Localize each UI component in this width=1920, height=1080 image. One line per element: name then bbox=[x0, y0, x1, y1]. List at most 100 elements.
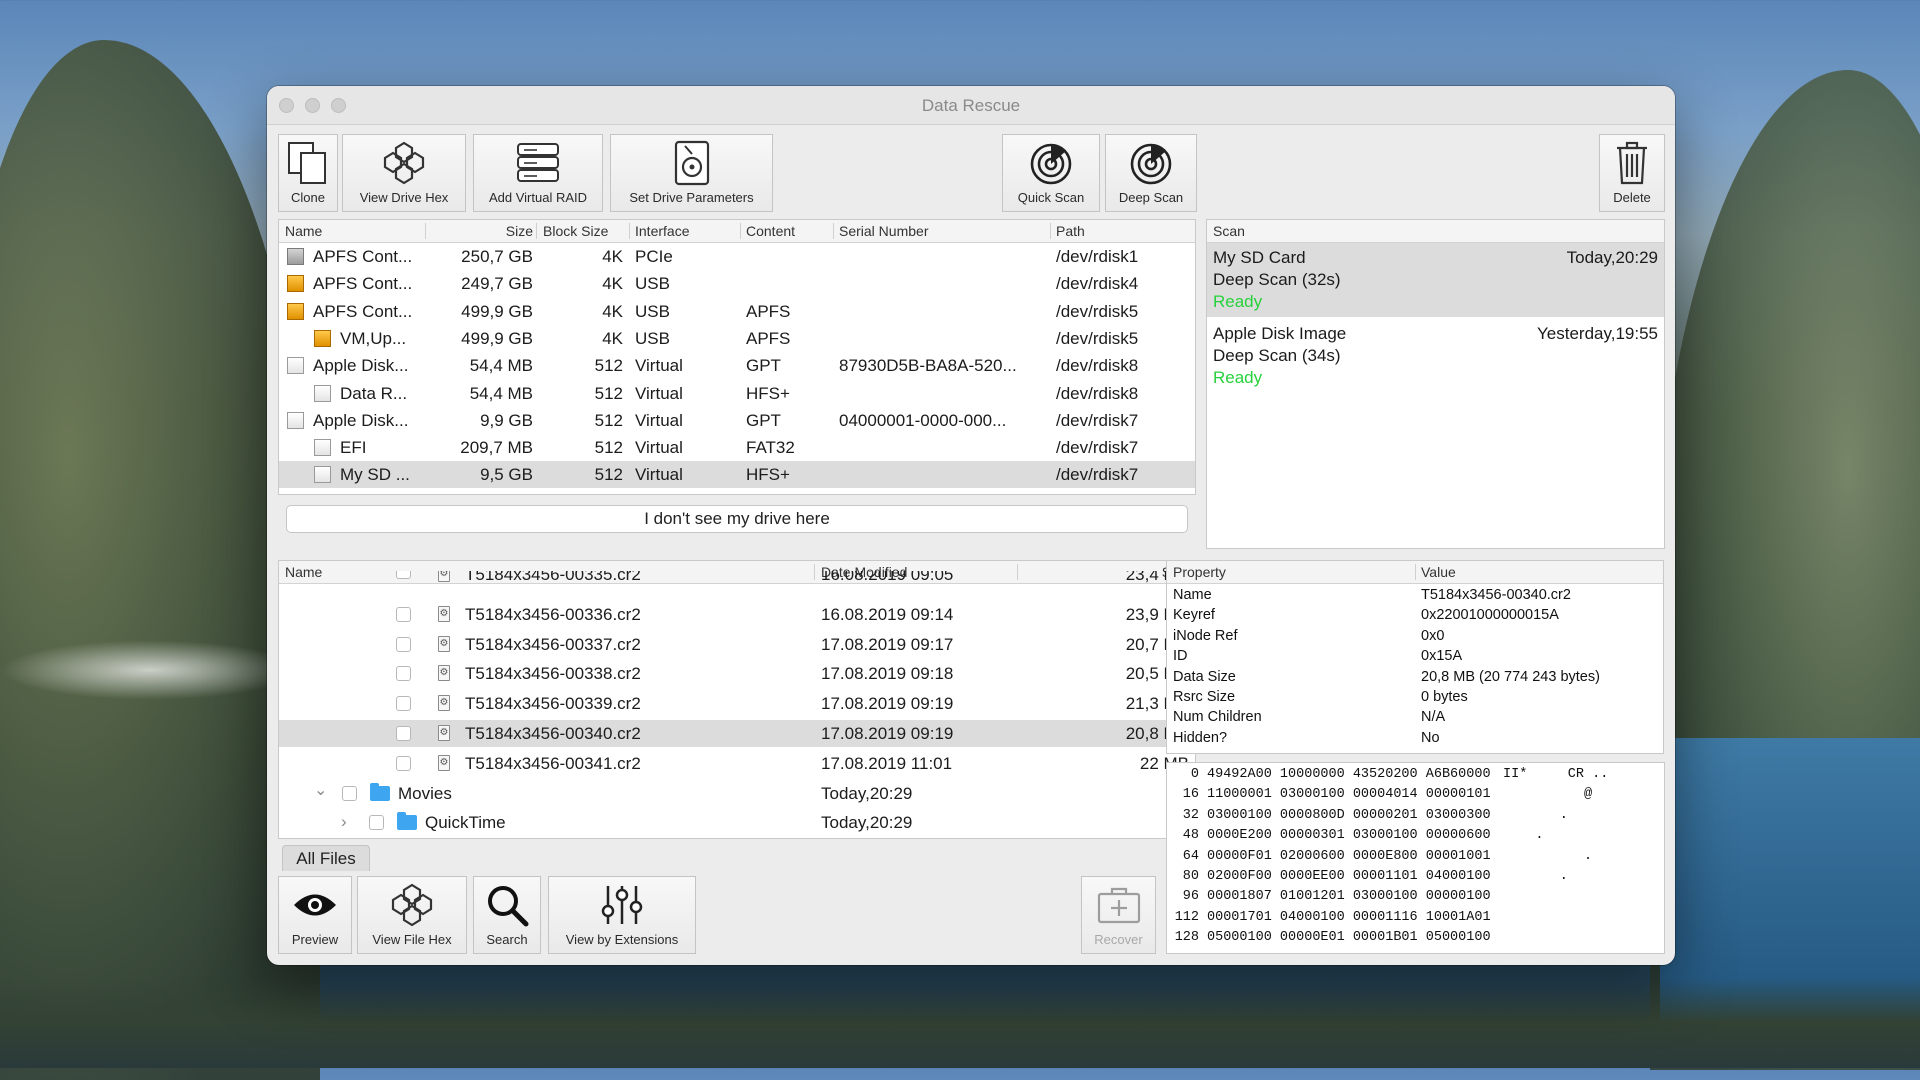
hex-offset: 0 bbox=[1190, 767, 1199, 782]
add-virtual-raid-button[interactable]: Add Virtual RAID bbox=[473, 134, 603, 212]
property-value: N/A bbox=[1421, 709, 1446, 726]
scan-time: Yesterday,19:55 bbox=[1537, 324, 1658, 343]
file-date: 17.08.2019 09:19 bbox=[821, 724, 954, 743]
drive-block-size: 512 bbox=[594, 410, 623, 430]
drive-interface: USB bbox=[635, 328, 670, 348]
chevron-down-icon[interactable]: ⌄ bbox=[314, 780, 327, 800]
hex-ascii: . bbox=[1503, 828, 1544, 844]
hex-view-panel[interactable]: 0 49492A00 10000000 43520200 A6B60000 II* … bbox=[1166, 762, 1665, 954]
drive-content: HFS+ bbox=[746, 465, 790, 485]
file-checkbox[interactable] bbox=[396, 726, 411, 741]
drive-row[interactable]: APFS Cont... 249,7 GB 4K USB/dev/rdisk4 bbox=[279, 270, 1195, 297]
drive-icon bbox=[314, 329, 331, 347]
column-header-interface[interactable]: Interface bbox=[635, 223, 689, 239]
drive-row[interactable]: Apple Disk... 54,4 MB 512 Virtual GPT 87930D5… bbox=[279, 352, 1195, 379]
property-key: Name bbox=[1173, 587, 1212, 603]
all-files-tab[interactable]: All Files bbox=[282, 845, 370, 871]
column-header-serial-number[interactable]: Serial Number bbox=[839, 223, 928, 239]
column-header-value[interactable]: Value bbox=[1421, 564, 1456, 580]
property-value: 0x0 bbox=[1421, 627, 1445, 644]
scan-name: Apple Disk Image bbox=[1213, 324, 1347, 343]
hex-bytes: 0000E200 00000301 03000100 00000600 bbox=[1207, 828, 1491, 844]
quick-scan-button[interactable]: Quick Scan bbox=[1002, 134, 1100, 212]
delete-button[interactable]: Delete bbox=[1599, 134, 1665, 212]
property-value: No bbox=[1421, 729, 1440, 746]
clone-button[interactable]: Clone bbox=[278, 134, 338, 212]
no-drive-button[interactable]: I don't see my drive here bbox=[286, 505, 1188, 533]
drive-row[interactable]: My SD ... 9,5 GB 512 Virtual HFS+ /dev/rdisk7 bbox=[279, 461, 1195, 489]
file-checkbox[interactable] bbox=[396, 666, 411, 682]
column-header-name[interactable]: Name bbox=[285, 223, 322, 239]
drive-name: Apple Disk... bbox=[313, 410, 409, 430]
hex-row: 96 00001807 01001201 03000100 00000100 bbox=[1167, 887, 1664, 907]
set-drive-parameters-button[interactable]: Set Drive Parameters bbox=[610, 134, 773, 212]
preview-button[interactable]: Preview bbox=[278, 876, 352, 954]
folder-name: QuickTime bbox=[425, 813, 506, 833]
scan-item[interactable]: Apple Disk Image Yesterday,19:55 Deep Scan… bbox=[1207, 319, 1664, 393]
drive-name: APFS Cont... bbox=[313, 274, 413, 294]
column-header-size[interactable]: Size bbox=[463, 223, 533, 239]
file-checkbox[interactable] bbox=[396, 636, 411, 652]
property-row: Rsrc Size 0 bytes bbox=[1167, 687, 1663, 707]
drive-icon bbox=[314, 384, 331, 402]
file-row[interactable]: ⚙ T5184x3456-00337.cr2 17.08.2019 09:17 20,… bbox=[279, 631, 1195, 658]
file-row[interactable]: ⚙ T5184x3456-00339.cr2 17.08.2019 09:19 21,… bbox=[279, 690, 1195, 717]
folder-checkbox[interactable] bbox=[369, 815, 384, 831]
file-row[interactable]: ⚙ T5184x3456-00338.cr2 17.08.2019 09:18 20,… bbox=[279, 660, 1195, 687]
file-checkbox[interactable] bbox=[396, 606, 411, 622]
drive-row[interactable]: APFS Cont... 250,7 GB 4K PCIe/dev/rdisk1 bbox=[279, 243, 1195, 270]
column-header-block-size[interactable]: Block Size bbox=[543, 223, 608, 239]
file-name: T5184x3456-00340.cr2 bbox=[465, 724, 641, 743]
scan-item[interactable]: My SD Card Today,20:29 Deep Scan (32s) Read… bbox=[1207, 243, 1664, 317]
search-icon bbox=[488, 886, 529, 927]
chevron-right-icon[interactable]: › bbox=[341, 812, 347, 832]
file-row[interactable]: ⚙ T5184x3456-00341.cr2 17.08.2019 11:01 22 … bbox=[279, 750, 1195, 777]
drive-icon bbox=[314, 466, 331, 484]
drive-block-size: 512 bbox=[594, 438, 623, 458]
drive-size: 249,7 GB bbox=[461, 274, 533, 294]
hex-offset: 80 bbox=[1182, 869, 1199, 884]
drive-block-size: 512 bbox=[594, 383, 623, 403]
scan-name: My SD Card bbox=[1213, 248, 1306, 267]
file-checkbox[interactable] bbox=[396, 571, 411, 579]
drive-path: /dev/rdisk7 bbox=[1056, 438, 1139, 458]
property-key: iNode Ref bbox=[1173, 627, 1238, 644]
search-button[interactable]: Search bbox=[473, 876, 541, 954]
folder-row[interactable]: ⌄MoviesToday,20:29-- bbox=[279, 780, 1195, 807]
drive-path: /dev/rdisk7 bbox=[1056, 410, 1139, 430]
drive-row[interactable]: EFI 209,7 MB 512 Virtual FAT32/dev/rdisk7 bbox=[279, 434, 1195, 461]
folder-row[interactable]: ›QuickTimeToday,20:29-- bbox=[279, 809, 1195, 836]
column-header-content[interactable]: Content bbox=[746, 223, 795, 239]
file-row[interactable]: ⚙ T5184x3456-00335.cr2 16.08.2019 09:05 23,… bbox=[279, 571, 1195, 585]
file-checkbox[interactable] bbox=[396, 696, 411, 712]
property-key: Num Children bbox=[1173, 709, 1262, 726]
drive-block-size: 4K bbox=[602, 274, 623, 294]
drive-list-panel: Name Size Block Size Interface Content S… bbox=[278, 219, 1196, 495]
hex-row: 112 00001701 04000100 00001116 10001A01 bbox=[1167, 908, 1664, 928]
drive-row[interactable]: VM,Up... 499,9 GB 4K USB APFS/dev/rdisk5 bbox=[279, 325, 1195, 352]
target-scan-icon bbox=[1130, 143, 1172, 185]
trash-icon bbox=[1617, 141, 1647, 185]
deep-scan-button[interactable]: Deep Scan bbox=[1105, 134, 1197, 212]
file-checkbox[interactable] bbox=[396, 755, 411, 771]
drive-path: /dev/rdisk5 bbox=[1056, 301, 1139, 321]
drive-path: /dev/rdisk1 bbox=[1056, 247, 1139, 266]
property-value: 0x15A bbox=[1421, 648, 1463, 665]
drive-row[interactable]: Data R... 54,4 MB 512 Virtual HFS+ /dev/rdisk… bbox=[279, 380, 1195, 407]
view-file-hex-button[interactable]: View File Hex bbox=[357, 876, 467, 954]
property-value: T5184x3456-00340.cr2 bbox=[1421, 587, 1571, 603]
recover-button[interactable]: Recover bbox=[1081, 876, 1156, 954]
view-drive-hex-button[interactable]: View Drive Hex bbox=[342, 134, 466, 212]
view-by-extensions-button[interactable]: View by Extensions bbox=[548, 876, 696, 954]
scan-header: Scan bbox=[1213, 223, 1245, 239]
property-row: Hidden? No bbox=[1167, 728, 1663, 748]
drive-content: HFS+ bbox=[746, 383, 790, 403]
hex-row: 128 05000100 00000E01 00001B01 05000100 bbox=[1167, 928, 1664, 948]
file-row[interactable]: ⚙ T5184x3456-00336.cr2 16.08.2019 09:14 23,… bbox=[279, 601, 1195, 628]
drive-row[interactable]: Apple Disk... 9,9 GB 512 Virtual GPT 04000001… bbox=[279, 407, 1195, 434]
column-header-path[interactable]: Path bbox=[1056, 223, 1085, 239]
column-header-property[interactable]: Property bbox=[1173, 564, 1226, 580]
file-row[interactable]: ⚙ T5184x3456-00340.cr2 17.08.2019 09:19 20,… bbox=[279, 720, 1195, 747]
folder-checkbox[interactable] bbox=[342, 785, 357, 801]
drive-row[interactable]: APFS Cont... 499,9 GB 4K USB APFS/dev/rdisk5 bbox=[279, 298, 1195, 325]
